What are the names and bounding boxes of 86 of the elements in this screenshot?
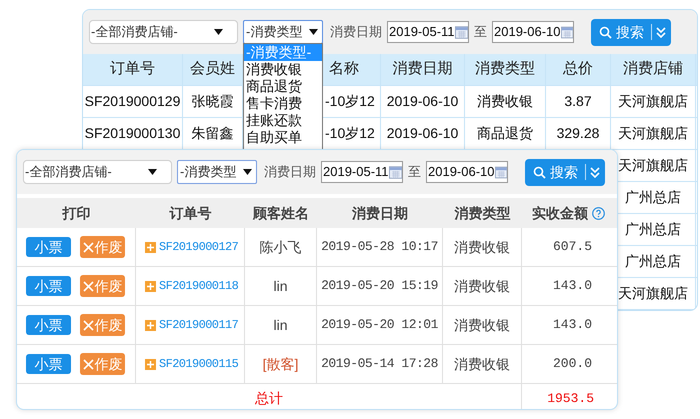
type-select[interactable]: -消费类型 — [243, 20, 323, 44]
table-cell: [散客] — [245, 345, 317, 383]
close-icon — [82, 242, 94, 252]
column-header: 消费日期 — [381, 54, 465, 85]
date-to-field[interactable]: 2019-06-10 — [426, 161, 508, 183]
date-from-field[interactable]: 2019-05-11 — [321, 161, 403, 183]
table-cell-text: 143.0 — [552, 277, 593, 296]
double-chevron-icon — [590, 166, 600, 178]
table-cell: 消费收银 — [465, 86, 546, 117]
store-select[interactable]: -全部消费店铺- — [23, 160, 172, 184]
column-header: 消费类型 — [454, 204, 510, 222]
table-cell: 消费收银 — [443, 306, 522, 344]
calendar-icon — [454, 26, 468, 38]
column-header: 消费类型 — [465, 54, 546, 85]
table-cell: 3.87 — [546, 86, 611, 117]
column-header: 消费店铺 — [611, 54, 696, 85]
type-select[interactable]: -消费类型 — [177, 160, 257, 184]
column-header: 顾客姓名 — [253, 204, 309, 222]
void-button[interactable]: 作废 — [80, 275, 125, 297]
order-number-link[interactable]: SF2019000118 — [159, 277, 238, 295]
order-number-link[interactable]: SF2019000117 — [159, 316, 238, 334]
search-icon — [599, 26, 612, 38]
table-cell-text: 200.0 — [552, 355, 593, 374]
column-header: 订单号 — [83, 54, 183, 85]
column-header: 实收金额 — [532, 204, 588, 222]
table-cell: 2019-05-28 10:17 — [317, 228, 443, 266]
help-icon[interactable] — [592, 206, 605, 220]
dropdown-option[interactable]: 售卡消费 — [244, 95, 322, 112]
table-cell-text: 607.5 — [552, 238, 593, 256]
order-number-link[interactable]: SF2019000127 — [159, 238, 238, 256]
expand-icon[interactable] — [145, 280, 156, 292]
void-button[interactable]: 作废 — [80, 314, 125, 336]
date-from-field[interactable]: 2019-05-11 — [387, 21, 469, 43]
table-cell: lin — [245, 267, 317, 305]
order-number-link[interactable]: SF2019000115 — [159, 355, 238, 373]
calendar-icon — [560, 26, 573, 38]
table-cell-text: 143.0 — [552, 316, 593, 334]
close-icon — [82, 320, 94, 330]
double-chevron-icon — [656, 26, 666, 38]
receipt-button[interactable]: 小票 — [26, 237, 71, 257]
table-cell: 天河旗舰店 — [611, 86, 696, 117]
total-amount: 1953.5 — [547, 390, 594, 408]
table-cell: 消费收银 — [443, 267, 522, 305]
table-cell: 消费收银 — [443, 228, 522, 266]
table-cell: 陈小飞 — [245, 228, 317, 266]
calendar-icon — [388, 166, 402, 178]
column-header: 总价 — [546, 54, 611, 85]
receipt-button[interactable]: 小票 — [26, 354, 71, 374]
table-cell: 2019-06-10 — [381, 86, 465, 117]
search-icon — [533, 166, 546, 178]
close-icon — [82, 358, 94, 370]
dropdown-arrow-icon — [243, 169, 252, 175]
table-cell: 天河旗舰店 — [611, 118, 696, 149]
expand-icon[interactable] — [145, 320, 156, 330]
close-icon — [82, 280, 94, 292]
store-select[interactable]: -全部消费店铺- — [89, 20, 238, 44]
dropdown-option[interactable]: 自助买单 — [244, 129, 322, 146]
dropdown-option[interactable]: -消费类型- — [244, 44, 322, 61]
column-header: 打印 — [62, 204, 90, 222]
date-to-field[interactable]: 2019-06-10 — [492, 21, 574, 43]
total-label: 总计 — [255, 389, 283, 408]
table-cell: 2019-05-14 17:28 — [317, 345, 443, 383]
to-label: 至 — [408, 163, 421, 182]
search-button[interactable]: 搜索 — [525, 158, 605, 186]
table-cell: 消费收银 — [443, 345, 522, 383]
search-button[interactable]: 搜索 — [591, 18, 671, 46]
table-cell: 2019-05-20 12:01 — [317, 306, 443, 344]
date-label: 消费日期 — [330, 23, 382, 42]
calendar-icon — [494, 166, 507, 178]
dropdown-arrow-icon — [148, 169, 157, 175]
column-header: 消费日期 — [352, 204, 408, 222]
date-label: 消费日期 — [264, 163, 316, 182]
to-label: 至 — [474, 23, 487, 42]
dropdown-arrow-icon — [214, 29, 223, 35]
table-cell: lin — [245, 306, 317, 344]
receipt-button[interactable]: 小票 — [26, 315, 71, 335]
column-header: 订单号 — [170, 204, 212, 222]
void-button[interactable]: 作废 — [80, 353, 125, 375]
receipt-button[interactable]: 小票 — [26, 276, 71, 296]
dropdown-arrow-icon — [309, 29, 318, 35]
void-button[interactable]: 作废 — [80, 236, 125, 258]
expand-icon[interactable] — [145, 358, 156, 370]
expand-icon[interactable] — [145, 242, 156, 252]
table-cell: SF2019000129 — [83, 86, 183, 117]
dropdown-option[interactable]: 消费收银 — [244, 61, 322, 78]
table-cell: 2019-05-20 15:19 — [317, 267, 443, 305]
